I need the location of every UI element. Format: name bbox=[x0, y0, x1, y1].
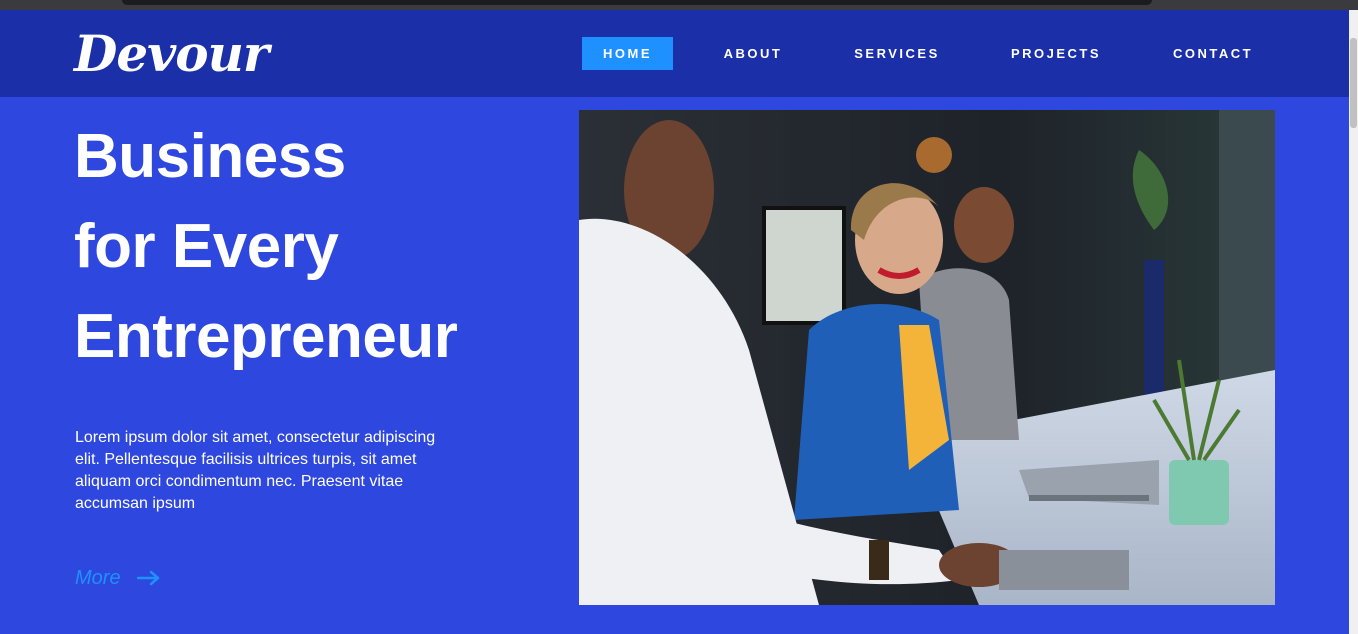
brand-logo[interactable]: Devour bbox=[74, 24, 269, 84]
hero-title: Business for Every Entrepreneur bbox=[74, 112, 554, 382]
top-navbar: Devour HOME ABOUT SERVICES PROJECTS CONT… bbox=[0, 10, 1349, 97]
hero-title-line: Entrepreneur bbox=[74, 302, 458, 371]
browser-chrome-strip bbox=[0, 0, 1358, 10]
nav-item-services[interactable]: SERVICES bbox=[840, 37, 954, 70]
hero-description: Lorem ipsum dolor sit amet, consectetur … bbox=[75, 429, 436, 512]
more-link-label: More bbox=[75, 567, 121, 589]
office-team-photo bbox=[579, 110, 1275, 605]
nav-item-about[interactable]: ABOUT bbox=[708, 37, 798, 70]
arrow-right-icon bbox=[136, 570, 159, 586]
hero-title-line: Business bbox=[74, 122, 346, 191]
nav-item-home[interactable]: HOME bbox=[582, 37, 673, 70]
browser-tab-bar bbox=[122, 0, 1152, 5]
nav-item-contact[interactable]: CONTACT bbox=[1160, 37, 1266, 70]
page-scrollbar[interactable] bbox=[1349, 10, 1358, 634]
hero-office-photo bbox=[579, 110, 1275, 605]
nav-item-projects[interactable]: PROJECTS bbox=[998, 37, 1114, 70]
hero-title-line: for Every bbox=[74, 212, 339, 281]
scrollbar-thumb[interactable] bbox=[1350, 38, 1357, 128]
more-link[interactable]: More bbox=[75, 564, 161, 592]
